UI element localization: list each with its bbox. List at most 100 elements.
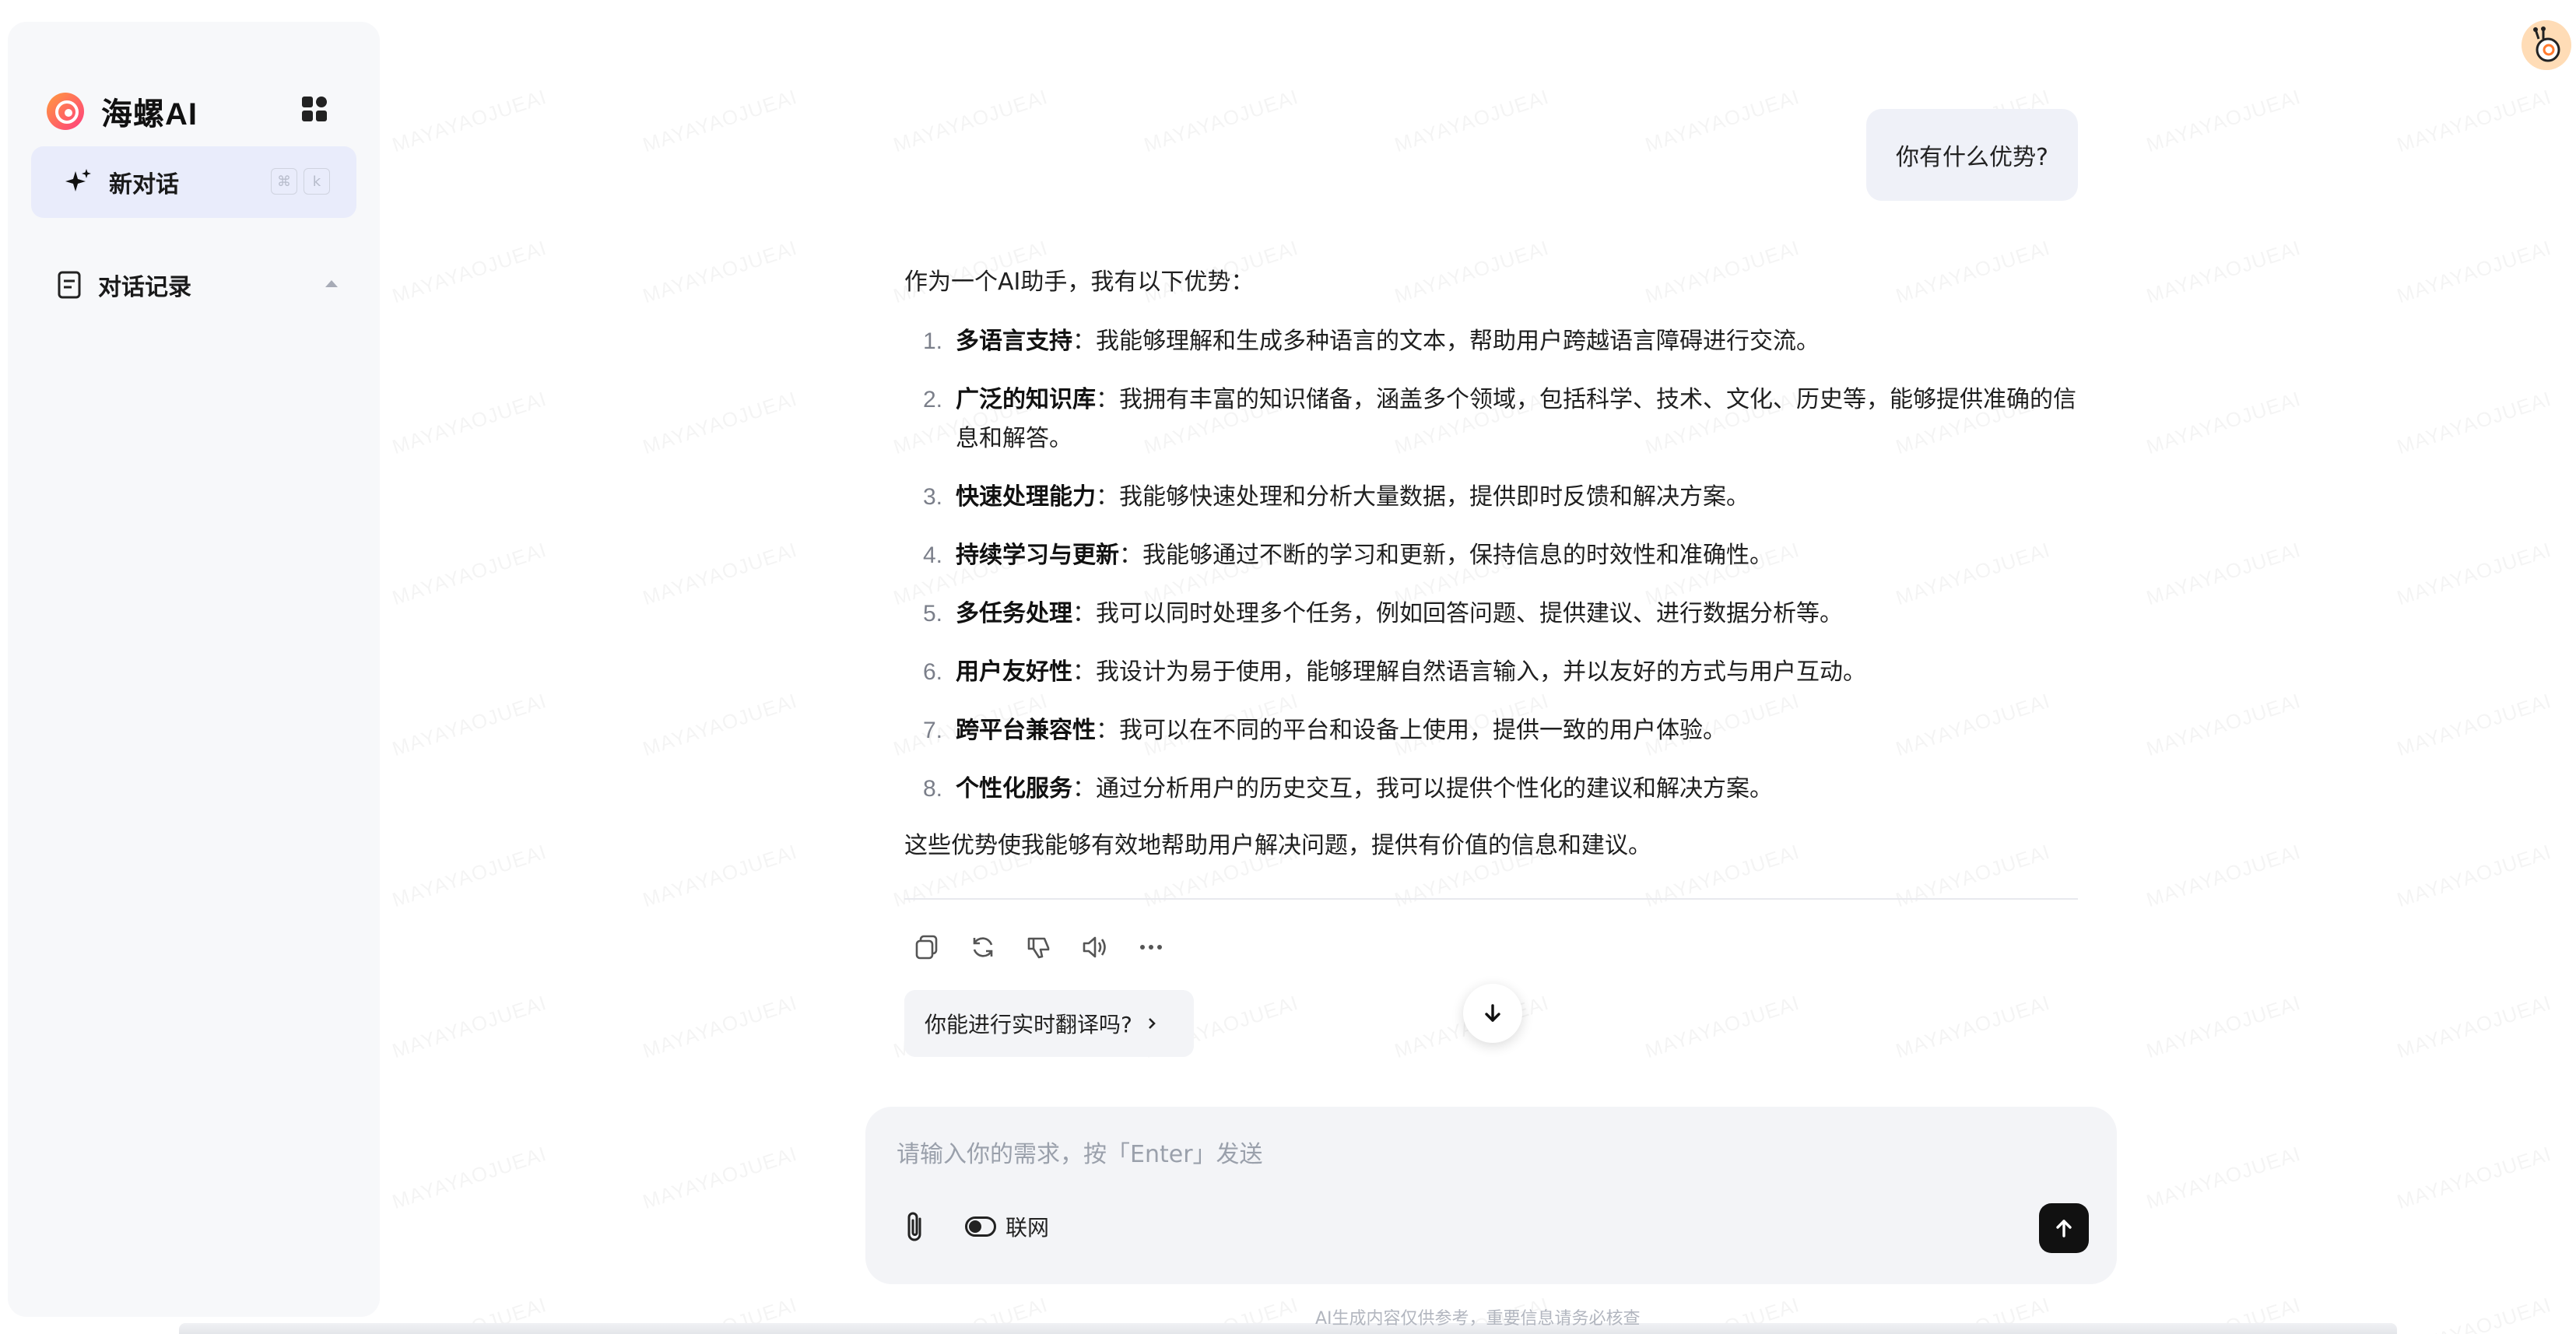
watermark-text: MAYAYAOJUEAI xyxy=(389,991,549,1063)
watermark-text: MAYAYAOJUEAI xyxy=(2143,538,2304,610)
watermark-text: MAYAYAOJUEAI xyxy=(640,538,800,610)
watermark-text: MAYAYAOJUEAI xyxy=(640,236,800,308)
regenerate-icon[interactable] xyxy=(968,932,998,962)
list-item-text: ：我可以同时处理多个任务，例如回答问题、提供建议、进行数据分析等。 xyxy=(1072,600,1843,627)
arrow-up-icon xyxy=(2056,1220,2072,1237)
watermark-text: MAYAYAOJUEAI xyxy=(389,387,549,459)
shortcut-key-k: k xyxy=(304,168,330,195)
list-item-title: 持续学习与更新 xyxy=(956,542,1119,569)
watermark-text: MAYAYAOJUEAI xyxy=(2143,840,2304,912)
answer-list-item: 5. 多任务处理：我可以同时处理多个任务，例如回答问题、提供建议、进行数据分析等。 xyxy=(904,595,2079,634)
new-chat-button[interactable]: 新对话 ⌘ k xyxy=(31,146,356,218)
list-item-text: ：我能够通过不断的学习和更新，保持信息的时效性和准确性。 xyxy=(1119,542,1773,569)
watermark-text: MAYAYAOJUEAI xyxy=(389,1142,549,1214)
watermark-text: MAYAYAOJUEAI xyxy=(2394,991,2554,1063)
watermark-text: MAYAYAOJUEAI xyxy=(2394,840,2554,912)
watermark-text: MAYAYAOJUEAI xyxy=(640,840,800,912)
list-item-title: 个性化服务 xyxy=(956,775,1072,802)
list-item-text: ：我能够理解和生成多种语言的文本，帮助用户跨越语言障碍进行交流。 xyxy=(1072,328,1820,355)
brand[interactable]: 海螺AI xyxy=(45,89,198,134)
apps-grid-icon[interactable] xyxy=(302,97,327,121)
speaker-icon[interactable] xyxy=(1080,932,1110,962)
answer-list-item: 8. 个性化服务：通过分析用户的历史交互，我可以提供个性化的建议和解决方案。 xyxy=(904,770,2079,809)
history-section-toggle[interactable]: 对话记录 xyxy=(58,266,338,304)
answer-list-item: 4. 持续学习与更新：我能够通过不断的学习和更新，保持信息的时效性和准确性。 xyxy=(904,536,2079,575)
watermark-text: MAYAYAOJUEAI xyxy=(389,689,549,761)
watermark-text: MAYAYAOJUEAI xyxy=(640,689,800,761)
watermark-text: MAYAYAOJUEAI xyxy=(2143,236,2304,308)
list-item-title: 用户友好性 xyxy=(956,658,1072,686)
answer-list-item: 3. 快速处理能力：我能够快速处理和分析大量数据，提供即时反馈和解决方案。 xyxy=(904,478,2079,517)
assistant-message: 作为一个AI助手，我有以下优势： 1. 多语言支持：我能够理解和生成多种语言的文本… xyxy=(904,263,2079,865)
list-item-text: ：通过分析用户的历史交互，我可以提供个性化的建议和解决方案。 xyxy=(1072,775,1773,802)
watermark-text: MAYAYAOJUEAI xyxy=(640,1142,800,1214)
watermark-text: MAYAYAOJUEAI xyxy=(389,538,549,610)
watermark-text: MAYAYAOJUEAI xyxy=(2394,1142,2554,1214)
suggested-question[interactable]: 你能进行实时翻译吗? xyxy=(904,990,1194,1057)
toggle-switch-icon xyxy=(965,1216,996,1237)
watermark-text: MAYAYAOJUEAI xyxy=(2394,538,2554,610)
watermark-text: MAYAYAOJUEAI xyxy=(1392,85,1552,157)
list-item-number: 6. xyxy=(923,659,943,685)
list-item-number: 4. xyxy=(923,542,943,568)
list-item-title: 跨平台兼容性 xyxy=(956,717,1096,744)
watermark-text: MAYAYAOJUEAI xyxy=(2143,1142,2304,1214)
list-item-text: ：我拥有丰富的知识储备，涵盖多个领域，包括科学、技术、文化、历史等，能够提供准确… xyxy=(956,386,2076,452)
watermark-text: MAYAYAOJUEAI xyxy=(640,85,800,157)
disclaimer-note: AI生成内容仅供参考，重要信息请务必核查 xyxy=(0,1304,2576,1329)
watermark-text: MAYAYAOJUEAI xyxy=(389,236,549,308)
watermark-text: MAYAYAOJUEAI xyxy=(1642,991,1802,1063)
scroll-to-bottom-button[interactable] xyxy=(1463,984,1522,1043)
hailuo-logo-icon xyxy=(47,93,84,130)
list-item-number: 2. xyxy=(923,387,943,412)
watermark-text: MAYAYAOJUEAI xyxy=(2143,689,2304,761)
web-search-label: 联网 xyxy=(1005,1215,1050,1241)
list-item-number: 8. xyxy=(923,776,943,802)
user-message: 你有什么优势? xyxy=(1866,109,2078,201)
thumbs-down-icon[interactable] xyxy=(1024,932,1054,962)
watermark-text: MAYAYAOJUEAI xyxy=(2143,991,2304,1063)
watermark-text: MAYAYAOJUEAI xyxy=(2394,689,2554,761)
list-item-number: 3. xyxy=(923,484,943,510)
sparkle-icon xyxy=(65,169,91,191)
message-input[interactable] xyxy=(897,1135,1986,1174)
answer-intro: 作为一个AI助手，我有以下优势： xyxy=(904,269,1255,296)
web-search-toggle[interactable]: 联网 xyxy=(965,1211,1049,1242)
answer-list-item: 6. 用户友好性：我设计为易于使用，能够理解自然语言输入，并以友好的方式与用户互动… xyxy=(904,653,2079,692)
list-item-title: 快速处理能力 xyxy=(956,483,1096,511)
watermark-text: MAYAYAOJUEAI xyxy=(1642,85,1802,157)
copy-icon[interactable] xyxy=(912,932,942,962)
message-divider xyxy=(904,898,2078,900)
watermark-text: MAYAYAOJUEAI xyxy=(1141,85,1301,157)
watermark-text: MAYAYAOJUEAI xyxy=(640,387,800,459)
new-chat-label: 新对话 xyxy=(109,171,179,198)
brand-name: 海螺AI xyxy=(101,97,198,132)
watermark-text: MAYAYAOJUEAI xyxy=(2143,85,2304,157)
send-button[interactable] xyxy=(2039,1203,2089,1253)
document-icon xyxy=(58,271,81,299)
shortcut-key-cmd: ⌘ xyxy=(271,168,297,195)
list-item-text: ：我能够快速处理和分析大量数据，提供即时反馈和解决方案。 xyxy=(1096,483,1750,511)
history-label: 对话记录 xyxy=(98,274,191,301)
list-item-number: 1. xyxy=(923,328,943,354)
answer-list: 1. 多语言支持：我能够理解和生成多种语言的文本，帮助用户跨越语言障碍进行交流。 2… xyxy=(904,322,2079,809)
answer-list-item: 7. 跨平台兼容性：我可以在不同的平台和设备上使用，提供一致的用户体验。 xyxy=(904,711,2079,750)
arrow-down-icon xyxy=(1485,1004,1500,1022)
list-item-title: 广泛的知识库 xyxy=(956,386,1096,413)
more-icon[interactable] xyxy=(1136,932,1166,962)
watermark-text: MAYAYAOJUEAI xyxy=(2394,236,2554,308)
watermark-text: MAYAYAOJUEAI xyxy=(389,840,549,912)
list-item-number: 5. xyxy=(923,601,943,627)
watermark-text: MAYAYAOJUEAI xyxy=(640,991,800,1063)
user-avatar[interactable] xyxy=(2522,20,2571,70)
suggested-question-label: 你能进行实时翻译吗? xyxy=(925,1012,1132,1037)
list-item-number: 7. xyxy=(923,718,943,743)
sidebar: 海螺AI 新对话 ⌘ k 对话记录 xyxy=(8,22,380,1317)
answer-outro: 这些优势使我能够有效地帮助用户解决问题，提供有价值的信息和建议。 xyxy=(904,832,1651,859)
list-item-text: ：我可以在不同的平台和设备上使用，提供一致的用户体验。 xyxy=(1096,717,1726,744)
message-actions xyxy=(912,932,1166,962)
disclaimer-text: AI生成内容仅供参考，重要信息请务必核查 xyxy=(1315,1309,1641,1329)
answer-list-item: 2. 广泛的知识库：我拥有丰富的知识储备，涵盖多个领域，包括科学、技术、文化、历史… xyxy=(904,381,2079,458)
attachment-icon[interactable] xyxy=(900,1208,931,1245)
collapse-caret-icon xyxy=(325,280,338,287)
